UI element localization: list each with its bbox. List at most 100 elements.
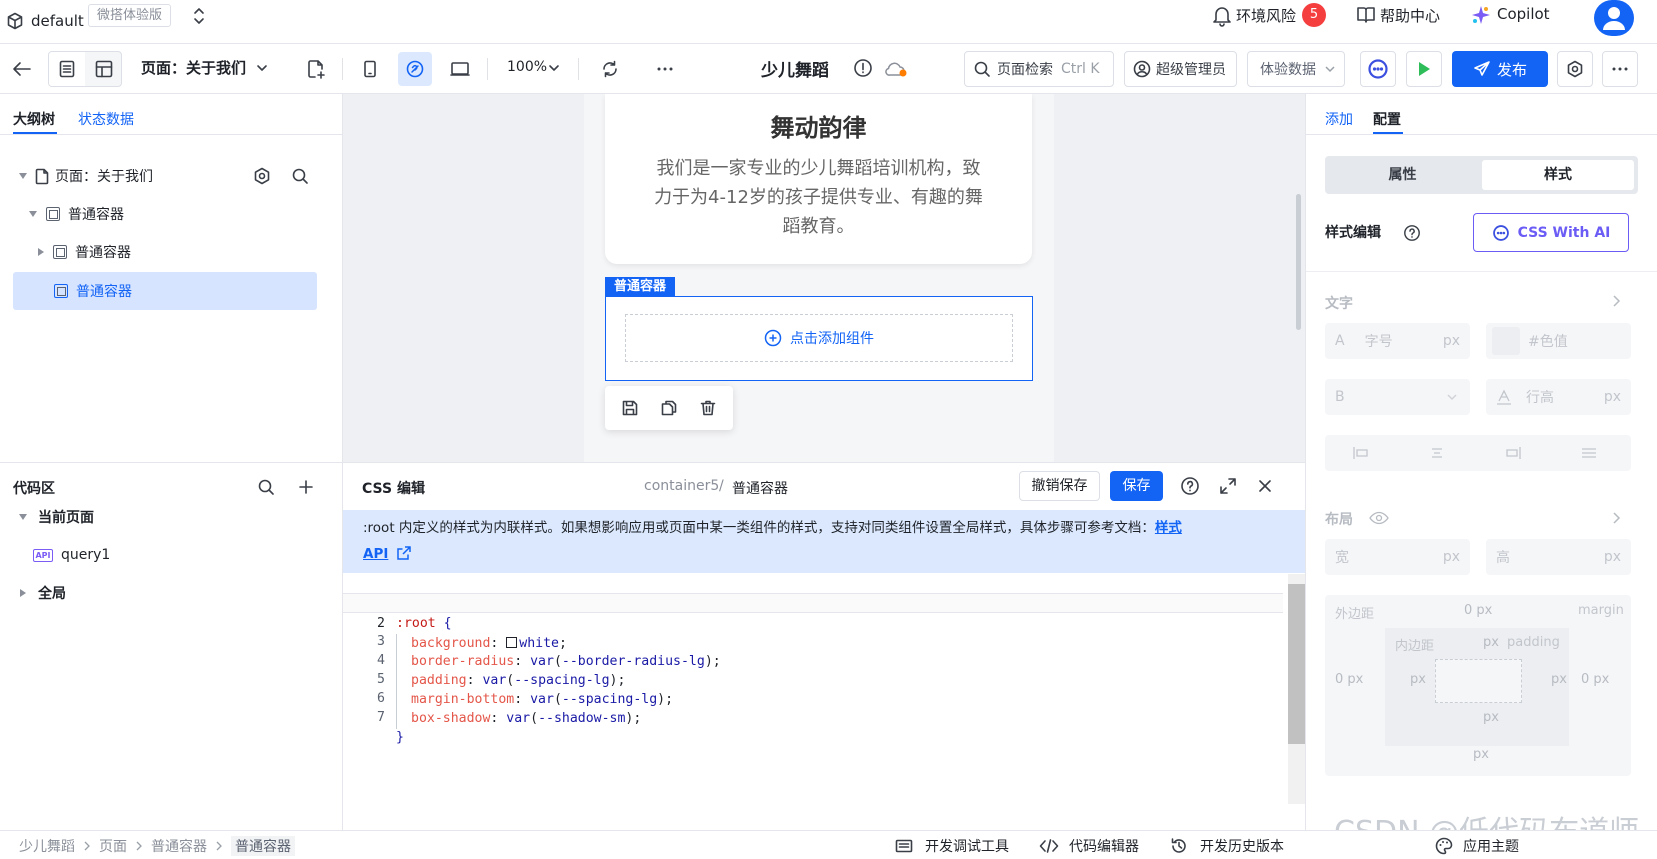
debug-console-icon[interactable] bbox=[895, 839, 913, 853]
env-risk-label[interactable]: 环境风险 bbox=[1236, 5, 1296, 26]
align-left-icon[interactable] bbox=[1353, 446, 1369, 460]
height-input[interactable]: 高 px bbox=[1486, 539, 1631, 575]
breadcrumb-item[interactable]: 普通容器 bbox=[151, 836, 207, 856]
width-input[interactable]: 宽 px bbox=[1325, 539, 1470, 575]
layout-section-title[interactable]: 布局 bbox=[1325, 509, 1353, 529]
search-icon[interactable] bbox=[291, 167, 309, 185]
debug-tools-link[interactable]: 开发调试工具 bbox=[925, 836, 1009, 856]
search-icon[interactable] bbox=[257, 478, 275, 496]
tree-node-global[interactable]: 全局 bbox=[20, 574, 66, 612]
back-arrow-icon[interactable] bbox=[8, 52, 36, 86]
refresh-icon[interactable] bbox=[596, 52, 624, 86]
admin-role-button[interactable]: 超级管理员 bbox=[1124, 51, 1237, 87]
breadcrumb-item-current[interactable]: 普通容器 bbox=[231, 836, 295, 856]
bell-icon[interactable] bbox=[1212, 5, 1232, 27]
responsive-device-icon[interactable] bbox=[398, 52, 432, 86]
tab-outline[interactable]: 大纲树 bbox=[13, 109, 55, 129]
tab-state-data[interactable]: 状态数据 bbox=[78, 109, 134, 129]
tab-config[interactable]: 配置 bbox=[1373, 109, 1401, 129]
color-swatch[interactable] bbox=[1492, 327, 1520, 355]
add-icon[interactable] bbox=[297, 478, 315, 496]
delete-icon[interactable] bbox=[699, 399, 717, 417]
desktop-device-icon[interactable] bbox=[446, 52, 474, 86]
info-circle-icon[interactable] bbox=[853, 58, 873, 78]
history-icon[interactable] bbox=[1170, 837, 1188, 855]
palette-icon[interactable] bbox=[1435, 837, 1453, 855]
eye-icon[interactable] bbox=[1369, 511, 1389, 525]
tree-node-page[interactable]: 页面：关于我们 bbox=[19, 157, 329, 195]
padding-right-unit[interactable]: px bbox=[1551, 672, 1567, 687]
seg-style[interactable]: 样式 bbox=[1482, 160, 1634, 190]
env-name[interactable]: default bbox=[31, 12, 84, 30]
expand-caret-icon[interactable] bbox=[29, 211, 37, 217]
gear-icon[interactable] bbox=[253, 167, 271, 185]
mobile-device-icon[interactable] bbox=[356, 52, 384, 86]
page-selector[interactable]: 页面：关于我们 bbox=[141, 57, 246, 78]
copy-icon[interactable] bbox=[660, 399, 678, 417]
undo-save-button[interactable]: 撤销保存 bbox=[1019, 471, 1100, 501]
style-doc-link[interactable]: 样式 bbox=[1155, 520, 1182, 536]
editor-scrollbar-thumb[interactable] bbox=[1288, 584, 1305, 744]
ai-assistant-button[interactable] bbox=[1360, 51, 1396, 87]
padding-bottom-unit[interactable]: px bbox=[1483, 710, 1499, 725]
tab-add[interactable]: 添加 bbox=[1325, 109, 1353, 129]
add-component-placeholder[interactable]: 点击添加组件 bbox=[625, 314, 1013, 362]
tree-node-container-selected[interactable]: 普通容器 bbox=[13, 272, 317, 310]
margin-left-value[interactable]: 0 px bbox=[1335, 672, 1363, 687]
collapse-caret-icon[interactable] bbox=[20, 589, 26, 597]
help-circle-icon[interactable] bbox=[1180, 476, 1200, 496]
zoom-select[interactable]: 100% bbox=[507, 59, 547, 75]
expand-caret-icon[interactable] bbox=[19, 514, 27, 520]
chevron-down-icon[interactable] bbox=[548, 64, 560, 72]
tree-node-container[interactable]: 普通容器 bbox=[38, 233, 131, 271]
selected-container[interactable]: 点击添加组件 bbox=[605, 296, 1033, 381]
chevron-right-icon[interactable] bbox=[1611, 294, 1621, 308]
line-height-input[interactable]: 行高 px bbox=[1486, 379, 1631, 415]
chevron-right-icon[interactable] bbox=[1611, 511, 1621, 525]
font-size-input[interactable]: A 字号 px bbox=[1325, 323, 1470, 359]
collapse-caret-icon[interactable] bbox=[38, 248, 44, 256]
save-icon[interactable] bbox=[621, 399, 639, 417]
font-weight-select[interactable]: B bbox=[1325, 379, 1470, 415]
copilot-icon[interactable] bbox=[1471, 5, 1491, 25]
copilot-link[interactable]: Copilot bbox=[1497, 5, 1550, 23]
align-justify-icon[interactable] bbox=[1581, 446, 1597, 460]
settings-button[interactable] bbox=[1557, 51, 1593, 87]
seg-props[interactable]: 属性 bbox=[1325, 156, 1480, 194]
css-with-ai-button[interactable]: CSS With AI bbox=[1473, 213, 1629, 252]
page-list-icon[interactable] bbox=[49, 52, 85, 86]
breadcrumb-item[interactable]: 页面 bbox=[99, 836, 127, 856]
switch-updown-icon[interactable] bbox=[193, 7, 205, 25]
book-icon[interactable] bbox=[1356, 6, 1376, 24]
align-right-icon[interactable] bbox=[1505, 446, 1521, 460]
expand-icon[interactable] bbox=[1219, 477, 1237, 495]
margin-right-value[interactable]: 0 px bbox=[1581, 672, 1609, 687]
padding-left-unit[interactable]: px bbox=[1410, 672, 1426, 687]
save-button[interactable]: 保存 bbox=[1110, 471, 1163, 501]
help-center-link[interactable]: 帮助中心 bbox=[1380, 5, 1440, 26]
font-color-input[interactable]: #色值 bbox=[1486, 323, 1631, 359]
add-page-icon[interactable] bbox=[302, 52, 330, 86]
data-mode-select[interactable]: 体验数据 bbox=[1247, 51, 1345, 87]
canvas-scrollbar[interactable] bbox=[1296, 194, 1301, 330]
tree-node-current-page[interactable]: 当前页面 bbox=[19, 498, 94, 536]
run-preview-button[interactable] bbox=[1406, 51, 1442, 87]
expand-caret-icon[interactable] bbox=[19, 173, 27, 179]
align-center-icon[interactable] bbox=[1429, 446, 1445, 460]
text-section-title[interactable]: 文字 bbox=[1325, 293, 1353, 313]
history-versions-link[interactable]: 开发历史版本 bbox=[1200, 836, 1284, 856]
margin-bottom-unit[interactable]: px bbox=[1473, 747, 1489, 762]
external-link-icon[interactable] bbox=[396, 545, 412, 561]
intro-card[interactable]: 舞动韵律 我们是一家专业的少儿舞蹈培训机构，致 力于为4-12岁的孩子提供专业、… bbox=[605, 94, 1032, 264]
page-search-button[interactable]: 页面检索 Ctrl K bbox=[964, 51, 1114, 87]
breadcrumb-item[interactable]: 少儿舞蹈 bbox=[19, 836, 75, 856]
close-icon[interactable] bbox=[1257, 478, 1273, 494]
user-avatar[interactable] bbox=[1594, 0, 1634, 36]
help-circle-icon[interactable] bbox=[1403, 224, 1421, 242]
padding-top-unit[interactable]: px bbox=[1483, 635, 1499, 650]
layout-grid-icon[interactable] bbox=[86, 52, 122, 86]
app-theme-link[interactable]: 应用主题 bbox=[1463, 836, 1519, 856]
more-icon[interactable] bbox=[651, 52, 679, 86]
more-menu-button[interactable] bbox=[1602, 51, 1638, 87]
tree-node-container[interactable]: 普通容器 bbox=[29, 195, 124, 233]
